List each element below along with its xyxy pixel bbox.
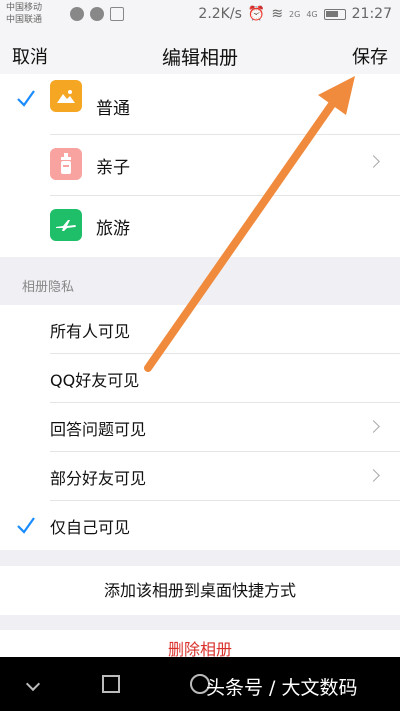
clock: 21:27 [351, 6, 392, 22]
watermark: 头条号 / 大文数码 [206, 677, 358, 699]
checkmark-icon [17, 90, 35, 107]
privacy-option-only-me[interactable]: 仅自己可见 [0, 501, 400, 550]
carrier-primary: 中国移动 [6, 3, 43, 13]
alarm-icon: ⏰ [247, 6, 266, 22]
privacy-option-label: QQ好友可见 [50, 371, 140, 390]
battery-icon [323, 8, 346, 20]
add-shortcut-label: 添加该相册到桌面快捷方式 [103, 581, 296, 600]
network-speed: 2.2K/s [198, 6, 242, 22]
status-bar: 中国移动 中国联通 2.2K/s ⏰ ≋ 2G 4G 21:27 [0, 0, 400, 30]
privacy-option-qq-friends[interactable]: QQ好友可见 [0, 354, 400, 403]
chevron-right-icon [367, 469, 380, 482]
carrier-info: 中国移动 中国联通 [6, 2, 42, 26]
chevron-right-icon [367, 155, 380, 168]
status-indicators: 2.2K/s ⏰ ≋ 2G 4G 21:27 [198, 6, 392, 22]
privacy-options-list: 所有人可见 QQ好友可见 回答问题可见 部分好友可见 仅自己可见 [0, 305, 400, 550]
recent-apps-icon[interactable] [102, 675, 120, 693]
section-title: 相册隐私 [22, 280, 75, 295]
category-label: 旅游 [96, 219, 130, 239]
chevron-right-icon [367, 420, 380, 433]
wechat-icon [90, 7, 104, 21]
carrier-secondary: 中国联通 [6, 15, 43, 25]
airplane-icon [50, 209, 82, 241]
notification-app-icon [70, 7, 84, 21]
save-button[interactable]: 保存 [352, 43, 388, 69]
wifi-icon: ≋ [271, 6, 284, 22]
network-type-secondary: 4G [306, 9, 318, 19]
category-item-family[interactable]: 亲子 [0, 135, 400, 196]
privacy-option-label: 仅自己可见 [50, 518, 131, 537]
privacy-option-label: 所有人可见 [50, 322, 131, 341]
privacy-option-everyone[interactable]: 所有人可见 [0, 305, 400, 354]
category-label: 亲子 [96, 158, 130, 178]
category-item-normal[interactable]: 普通 [0, 74, 400, 135]
privacy-option-label: 部分好友可见 [50, 469, 147, 488]
category-list: 普通 亲子 旅游 [0, 74, 400, 257]
image-icon [110, 7, 124, 21]
privacy-section-header: 相册隐私 [0, 263, 400, 305]
category-label: 普通 [96, 99, 130, 119]
notification-icons [70, 7, 124, 21]
privacy-option-label: 回答问题可见 [50, 420, 147, 439]
delete-album-button[interactable]: 删除相册 [0, 630, 400, 660]
add-shortcut-button[interactable]: 添加该相册到桌面快捷方式 [0, 566, 400, 615]
nav-bar: 取消 编辑相册 保存 [0, 30, 400, 80]
privacy-option-answer-question[interactable]: 回答问题可见 [0, 403, 400, 452]
page-title: 编辑相册 [161, 47, 238, 69]
delete-album-label: 删除相册 [167, 640, 232, 659]
checkmark-icon [17, 517, 35, 534]
system-nav-bar: 头条号 / 大文数码 [0, 657, 400, 711]
back-icon[interactable] [25, 676, 41, 692]
category-item-travel[interactable]: 旅游 [0, 196, 400, 257]
privacy-option-some-friends[interactable]: 部分好友可见 [0, 452, 400, 501]
baby-bottle-icon [50, 148, 82, 180]
landscape-icon [50, 80, 82, 112]
network-type-primary: 2G [289, 9, 301, 19]
